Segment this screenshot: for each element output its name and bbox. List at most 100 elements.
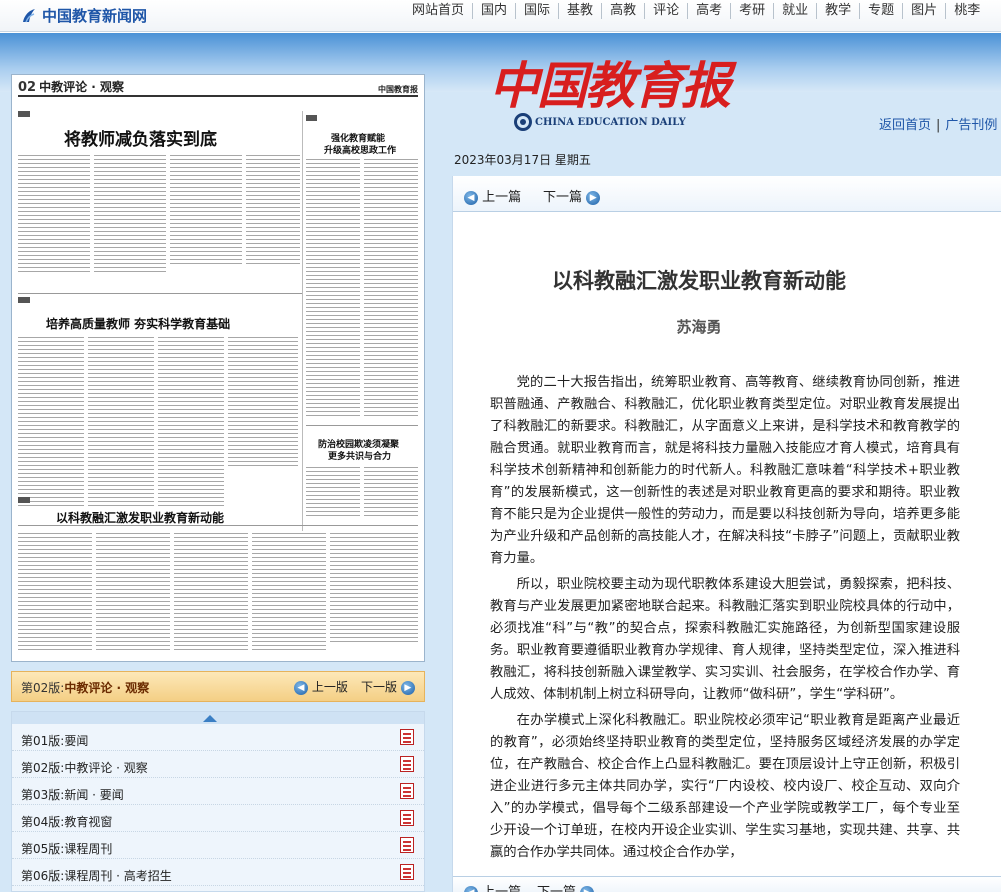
pdf-icon[interactable] (400, 756, 414, 772)
nav-teaching[interactable]: 教学 (816, 3, 859, 19)
issue-date: 2023年03月17日 星期五 (454, 153, 591, 167)
preview-page-number: 02 (18, 80, 37, 95)
preview-headline-6[interactable]: 更多共识与合力 (328, 449, 391, 462)
next-arrow-icon: ▶ (586, 190, 601, 205)
preview-text-column (96, 533, 170, 653)
prev-article-label: 上一篇 (482, 190, 522, 205)
page-name: 教育视窗 (64, 815, 113, 829)
masthead-title[interactable]: 中国教育报 (489, 46, 731, 118)
pdf-icon[interactable] (400, 729, 414, 745)
preview-text-column (18, 533, 92, 653)
next-page-label: 下一版 (361, 680, 398, 694)
page-list-item[interactable]: 第02版:中教评论 · 观察 (12, 751, 424, 778)
nav-domestic[interactable]: 国内 (472, 3, 515, 19)
preview-text-column (158, 337, 224, 507)
preview-column-rule (302, 111, 303, 531)
article-paragraph: 在办学模式上深化科教融汇。职业院校必须牢记“职业教育是距离产业最近的教育”，必须… (490, 713, 960, 860)
preview-divider (306, 425, 418, 426)
page-list-item[interactable]: 第05版:课程周刊 (12, 832, 424, 859)
preview-text-column (252, 533, 326, 653)
nav-taoli[interactable]: 桃李 (945, 3, 988, 19)
nav-employment[interactable]: 就业 (773, 3, 816, 19)
current-page: 第02版:中教评论 · 观察 (21, 679, 149, 696)
prev-article-label: 上一篇 (482, 885, 521, 892)
link-separator: | (936, 118, 941, 133)
preview-text-column (306, 467, 360, 519)
article-body: 党的二十大报告指出，统筹职业教育、高等教育、继续教育协同创新，推进职普融通、产教… (490, 372, 960, 868)
prev-arrow-icon: ◀ (464, 190, 478, 205)
nav-international[interactable]: 国际 (515, 3, 558, 19)
page-number: 第01版: (21, 734, 65, 748)
page-number: 第04版: (21, 815, 65, 829)
preview-tag (306, 115, 317, 121)
page-name: 课程周刊 · 高考招生 (64, 869, 172, 883)
page-number: 第06版: (21, 869, 65, 883)
pdf-icon[interactable] (400, 810, 414, 826)
preview-headline-4[interactable]: 培养高质量教师 夯实科学教育基础 (46, 315, 230, 332)
next-page-button[interactable]: 下一版 ▶ (361, 678, 415, 695)
nav-gaokao[interactable]: 高考 (687, 3, 730, 19)
pdf-icon[interactable] (400, 864, 414, 880)
prev-article-button[interactable]: ◀ 上一篇 (464, 881, 521, 892)
page-list-header[interactable] (12, 712, 424, 724)
page-nav-strip: 第02版:中教评论 · 观察 ◀ 上一版 下一版 ▶ (11, 671, 425, 702)
preview-headline-7[interactable]: 以科教融汇激发职业教育新动能 (56, 509, 224, 526)
article-paragraph: 党的二十大报告指出，统筹职业教育、高等教育、继续教育协同创新，推进职普融通、产教… (490, 375, 960, 566)
page-name: 要闻 (64, 734, 89, 748)
page-list: 第01版:要闻 第02版:中教评论 · 观察 第03版:新闻 · 要闻 第04版… (11, 711, 425, 892)
page-list-item[interactable]: 第01版:要闻 (12, 724, 424, 751)
preview-section: 中教评论 · 观察 (39, 80, 125, 94)
preview-text-column (306, 159, 360, 419)
preview-headline-3[interactable]: 升级高校思政工作 (324, 143, 396, 156)
preview-text-column (18, 155, 90, 275)
english-name: CHINA EDUCATION DAILY (535, 116, 686, 128)
nav-kaoyan[interactable]: 考研 (730, 3, 773, 19)
preview-text-column (246, 155, 300, 265)
next-article-button[interactable]: 下一篇 ▶ (543, 186, 601, 205)
back-home-link[interactable]: 返回首页 (879, 118, 931, 133)
page-preview[interactable]: 02 中教评论 · 观察 中国教育报 将教师减负落实到底 强化教育赋能 升级高校… (11, 74, 425, 662)
next-article-label: 下一篇 (537, 885, 576, 892)
site-logo[interactable]: 中国教育新闻网 (20, 5, 147, 26)
prev-arrow-icon: ◀ (464, 885, 478, 892)
nav-home[interactable]: 网站首页 (404, 3, 472, 19)
preview-header: 02 中教评论 · 观察 中国教育报 (18, 80, 418, 97)
prev-page-button[interactable]: ◀ 上一版 (294, 678, 348, 695)
page-list-item[interactable]: 第04版:教育视窗 (12, 805, 424, 832)
page-number: 第03版: (21, 788, 65, 802)
nav-basic-edu[interactable]: 基教 (558, 3, 601, 19)
prev-page-label: 上一版 (311, 680, 348, 694)
pdf-icon[interactable] (400, 783, 414, 799)
preview-tag (18, 297, 31, 303)
site-name: 中国教育新闻网 (42, 7, 148, 25)
next-article-button[interactable]: 下一篇 ▶ (537, 881, 595, 892)
prev-article-button[interactable]: ◀ 上一篇 (464, 186, 521, 205)
article-title: 以科教融汇激发职业教育新动能 (552, 268, 846, 293)
preview-text-column (18, 337, 84, 507)
page-list-item[interactable]: 第06版:课程周刊 · 高考招生 (12, 859, 424, 886)
nav-photos[interactable]: 图片 (902, 3, 945, 19)
nav-commentary[interactable]: 评论 (644, 3, 687, 19)
newspaper-logo-icon (514, 113, 532, 131)
nav-topics[interactable]: 专题 (859, 3, 902, 19)
preview-text-column (170, 155, 242, 265)
preview-tag (18, 111, 31, 117)
pdf-icon[interactable] (400, 837, 414, 853)
preview-headline-1[interactable]: 将教师减负落实到底 (64, 125, 217, 150)
nav-higher-edu[interactable]: 高教 (601, 3, 644, 19)
preview-text-column (364, 467, 418, 519)
next-article-label: 下一篇 (543, 190, 583, 205)
prev-arrow-icon: ◀ (294, 680, 308, 695)
masthead-english: CHINA EDUCATION DAILY (514, 113, 686, 131)
date-bar: 2023年03月17日 星期五 (426, 146, 1001, 176)
current-page-number: 第02版: (21, 681, 65, 695)
page-number: 第02版: (21, 761, 65, 775)
main-nav: 网站首页 国内 国际 基教 高教 评论 高考 考研 就业 教学 专题 图片 桃李 (404, 3, 988, 19)
ad-rates-link[interactable]: 广告刊例 (945, 118, 997, 133)
page-list-item[interactable]: 第03版:新闻 · 要闻 (12, 778, 424, 805)
collapse-arrow-icon[interactable] (203, 715, 217, 722)
next-arrow-icon: ▶ (580, 885, 595, 892)
next-arrow-icon: ▶ (400, 680, 415, 695)
preview-byline (148, 148, 150, 154)
page-name: 新闻 · 要闻 (64, 788, 124, 802)
